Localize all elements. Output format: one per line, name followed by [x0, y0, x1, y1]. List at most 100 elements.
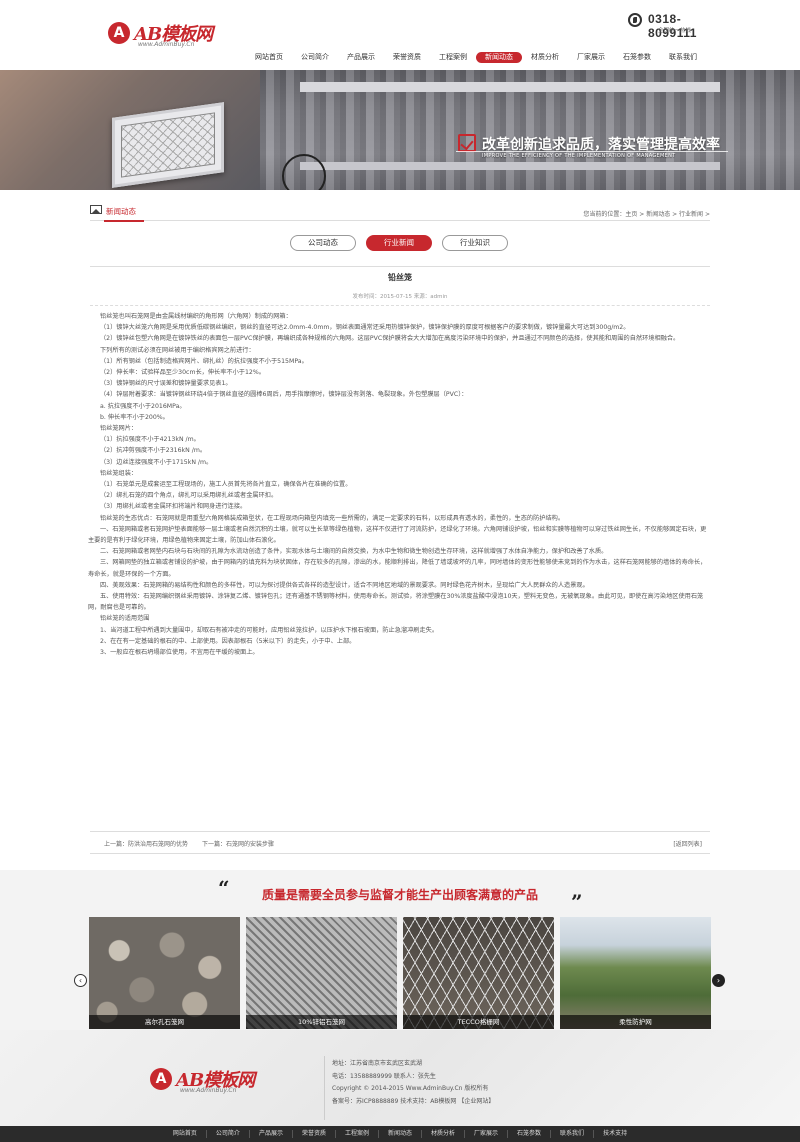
- article-paragraph: 铅丝笼组装：: [100, 469, 138, 477]
- product-card[interactable]: TECCO格栅网: [403, 917, 554, 1029]
- nav-item[interactable]: 联系我们: [660, 52, 706, 63]
- nav-item[interactable]: 厂家展示: [568, 52, 614, 63]
- banner-slogan-english: IMPROVE THE EFFICIENCY OF THE IMPLEMENTA…: [482, 153, 676, 159]
- article-meta: 发布时间：2015-07-15 来源：admin: [352, 294, 448, 300]
- footer-nav-item[interactable]: 联系我们: [551, 1130, 595, 1138]
- footer-nav-item[interactable]: 公司简介: [207, 1130, 250, 1138]
- nav-item[interactable]: 公司简介: [292, 52, 338, 63]
- prev-article-link[interactable]: 上一篇：防洪治用石笼网的优势: [104, 841, 188, 848]
- breadcrumb[interactable]: 您当前的位置：主页 > 新闻动态 > 行业新闻 >: [583, 209, 710, 218]
- article-paragraph: （1）抗拉强度不小于4213kN /m。: [100, 436, 200, 444]
- logo-badge: A: [150, 1068, 172, 1090]
- footer-info-line: Copyright © 2014-2015 Www.AdminBuy.Cn 版权…: [332, 1085, 489, 1092]
- nav-item[interactable]: 网站首页: [246, 52, 292, 63]
- article-body: 铅丝笼也叫石笼网是由金属线材编织的角形网（六角网）制成的网箱： （1）镀锌大丝笼六…: [88, 311, 712, 658]
- logo-url: www.AdminBuy.Cn: [180, 1087, 237, 1094]
- article-paragraph: （2）绑扎石笼的四个角点，绑扎可以采用绑扎丝或者金属环扣。: [100, 492, 278, 500]
- article-paragraph: （3）用绑扎丝或者金属环扣将端片和网身进行连接。: [100, 503, 247, 511]
- article-paragraph: 三、网箱网垫的独立箱或者铺设的护坡，由于网箱内的填充料为块状固体，存在较多的孔隙…: [88, 559, 707, 578]
- hotline: 0318-8099111 全国统一热线: [628, 12, 728, 40]
- article-title: 铅丝笼: [388, 273, 412, 282]
- article-paragraph: （1）所有钢丝（包括制造格宾网片、绑扎丝）的抗拉强度不小于515MPa。: [100, 357, 308, 365]
- category-tabs: 公司动态 行业新闻 行业知识: [290, 235, 508, 251]
- article-paragraph: 铅丝笼的适用范围: [100, 615, 150, 623]
- footer-nav-item[interactable]: 荣誉资质: [293, 1130, 336, 1138]
- section-title: 新闻动态: [104, 207, 144, 222]
- logo-badge: A: [108, 22, 130, 44]
- article-paragraph: 铅丝笼也叫石笼网是由金属线材编织的角形网（六角网）制成的网箱：: [100, 313, 292, 320]
- article-paragraph: 3、一般应在根石坍塌部位使用，不宜用在平缓的坡面上。: [100, 649, 259, 657]
- article-paragraph: 下列所有的测试必须在网丝被用于编织格宾网之前进行：: [100, 346, 255, 354]
- article-paragraph: 1、当河道工程中所遇到大量围中，却取石有被冲走的可能时，应用铅丝笼拉护，以压护水…: [100, 626, 439, 634]
- nav-item[interactable]: 材质分析: [522, 52, 568, 63]
- footer-contact-info: 地址：江苏省南京市玄武区玄武湖电话：13588889999 联系人：张先生 Cop…: [332, 1058, 494, 1108]
- next-article-link[interactable]: 下一篇：石笼网的安装步骤: [202, 841, 274, 848]
- nav-item[interactable]: 石笼参数: [614, 52, 660, 63]
- logo[interactable]: A AB模板网 www.AdminBuy.Cn: [108, 18, 238, 52]
- product-image: [89, 917, 240, 1029]
- footer-nav-item[interactable]: 材质分析: [422, 1130, 466, 1138]
- section-header: 新闻动态 您当前的位置：主页 > 新闻动态 > 行业新闻 >: [90, 201, 710, 222]
- article-paragraph: 二、石笼网箱或者网垫内石块与石块间的孔隙为水流动创造了条件，实现水体与土壤间的自…: [100, 548, 608, 556]
- article-paragraph: （1）石笼单元是成套运至工程现场的，施工人员首先将各片直立，确保各片在准确的位置…: [100, 481, 352, 489]
- article-paragraph: a. 抗拉强度不小于2016MPa。: [100, 402, 186, 410]
- logo-url: www.AdminBuy.Cn: [138, 41, 195, 48]
- product-card[interactable]: 柔性防护网: [560, 917, 711, 1029]
- product-card[interactable]: 高尔孔石笼网: [89, 917, 240, 1029]
- quality-slogan: 质量是需要全员参与监督才能生产出顾客满意的产品: [261, 888, 538, 902]
- nav-item[interactable]: 工程案例: [430, 52, 476, 63]
- article-paragraph: （4）锌层附着要求：当镀锌钢丝环绕4倍于钢丝直径的圆棒6周后，用手指摩擦时，镀锌…: [100, 391, 468, 399]
- product-caption: 柔性防护网: [560, 1015, 711, 1029]
- article-paragraph: 铅丝笼的生态优点：石笼网就是用重型六角网格装成箱型状，在工程现场向箱型内填充一些…: [100, 514, 565, 522]
- product-caption: 高尔孔石笼网: [89, 1015, 240, 1029]
- product-image: [403, 917, 554, 1029]
- back-to-list-link[interactable]: [返回列表]: [673, 839, 702, 848]
- product-card[interactable]: 10%锌铝石笼网: [246, 917, 397, 1029]
- tab-3[interactable]: 行业知识: [442, 235, 508, 251]
- product-carousel: 高尔孔石笼网 10%锌铝石笼网 TECCO格栅网 柔性防护网: [89, 917, 711, 1029]
- article-paragraph: （3）镀锌钢丝的尺寸误差和镀锌量要求见表1。: [100, 380, 232, 388]
- footer-nav: 网站首页 公司简介 产品展示 荣誉资质 工程案例 新闻动态 材质分析 厂家展示 石笼参数 联系我们…: [0, 1126, 800, 1142]
- footer-info-line: 备案号：苏ICP8888889 技术支持：AB模板网 【企业网站】: [332, 1097, 495, 1105]
- article-paragraph: 四、美观效果：石笼网箱的易结构性和颜色的多样性，可以为探讨提供各式各样的造型设计…: [100, 581, 589, 589]
- checkmark-icon: [458, 134, 476, 152]
- article-paragraph: 五、使用特效：石笼网编织钢丝采用镀锌、涂锌复乙烯、镀锌包孔；还有通基不锈钢等材料…: [88, 593, 704, 612]
- carousel-prev-button[interactable]: ‹: [74, 974, 87, 987]
- nav-item[interactable]: 产品展示: [338, 52, 384, 63]
- article-paragraph: 一、石笼网箱或者石笼网护垫表面能够一层土壤或者自然沉积的土壤，就可以生长草等绿色…: [88, 525, 707, 545]
- article-paragraph: （3）边丝连接强度不小于1715kN /m。: [100, 458, 213, 466]
- article-paragraph: （1）镀锌大丝笼六角网是采用优质低碳钢丝编织，钢丝的直径可达2.0mm-4.0m…: [100, 324, 630, 332]
- product-caption: 10%锌铝石笼网: [246, 1015, 397, 1029]
- nav-item[interactable]: 新闻动态: [476, 52, 522, 63]
- article-paragraph: （2）镀锌丝包塑六角网是在镀锌铁丝的表面包一层PVC保护膜，再编织成各种规格的六…: [100, 335, 680, 343]
- footer-nav-item[interactable]: 石笼参数: [508, 1130, 552, 1138]
- picture-icon: [90, 205, 102, 214]
- product-image: [560, 917, 711, 1029]
- phone-icon: [628, 13, 642, 27]
- article-paragraph: 2、在在有一定基础的根石的中、上部使用。因表部根石（5米以下）的走失，小于中、上…: [100, 637, 356, 645]
- footer-nav-item[interactable]: 网站首页: [164, 1130, 207, 1138]
- hotline-label: 全国统一热线: [658, 28, 692, 34]
- tab-1[interactable]: 公司动态: [290, 235, 356, 251]
- article-pager: 上一篇：防洪治用石笼网的优势 下一篇：石笼网的安装步骤: [104, 839, 274, 848]
- footer-nav-item[interactable]: 厂家展示: [465, 1130, 509, 1138]
- tab-2[interactable]: 行业新闻: [366, 235, 432, 251]
- article-paragraph: （2）抗冲剪强度不小于2316kN /m。: [100, 447, 207, 455]
- footer-nav-item[interactable]: 技术支持: [594, 1130, 636, 1138]
- main-nav: 网站首页 公司简介 产品展示 荣誉资质 工程案例 新闻动态 材质分析 厂家展示 石笼参数 联系我们: [246, 52, 706, 64]
- product-image: [246, 917, 397, 1029]
- footer-info-line: 地址：江苏省南京市玄武区玄武湖: [332, 1060, 423, 1067]
- product-caption: TECCO格栅网: [403, 1015, 554, 1029]
- footer-nav-item[interactable]: 工程案例: [336, 1130, 379, 1138]
- article-paragraph: （2）伸长率：试验样品至少30cm长，伸长率不小于12%。: [100, 369, 265, 377]
- carousel-next-button[interactable]: ›: [712, 974, 725, 987]
- footer-info-line: 电话：13588889999 联系人：张先生: [332, 1072, 436, 1080]
- footer-logo[interactable]: A AB模板网 www.AdminBuy.Cn: [150, 1064, 280, 1098]
- footer-nav-item[interactable]: 产品展示: [250, 1130, 293, 1138]
- article-paragraph: b. 伸长率不小于200%。: [100, 413, 169, 421]
- quote-close-icon: ”: [571, 890, 583, 914]
- nav-item[interactable]: 荣誉资质: [384, 52, 430, 63]
- article-paragraph: 铅丝笼网片：: [100, 425, 138, 433]
- footer-nav-item[interactable]: 新闻动态: [379, 1130, 422, 1138]
- hero-banner: [0, 70, 800, 190]
